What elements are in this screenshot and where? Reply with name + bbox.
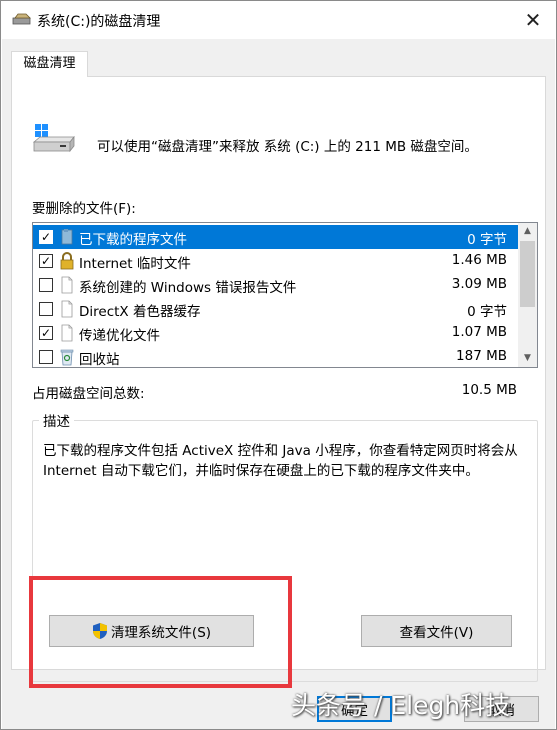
scroll-down-icon[interactable]: ▼ [518, 350, 537, 367]
title-bar[interactable]: 系统(C:)的磁盘清理 ✕ [1, 1, 556, 39]
file-name: 传递优化文件 [79, 328, 160, 344]
list-item[interactable]: 系统创建的 Windows 错误报告文件 3.09 MB [33, 273, 518, 297]
file-size: 187 MB [456, 348, 507, 364]
document-icon [59, 324, 75, 342]
lock-icon [59, 252, 75, 270]
highlight-annotation [29, 576, 292, 688]
files-to-delete-label: 要删除的文件(F): [32, 201, 136, 217]
file-size: 3.09 MB [451, 276, 507, 292]
list-item[interactable]: ✓ 已下载的程序文件 0 字节 [33, 225, 518, 249]
close-button[interactable]: ✕ [510, 1, 556, 39]
folder-icon [59, 228, 75, 246]
file-size: 0 字节 [467, 232, 507, 248]
file-name: 系统创建的 Windows 错误报告文件 [79, 280, 297, 296]
drive-icon [32, 124, 75, 153]
file-checkbox[interactable] [39, 350, 53, 364]
file-checkbox[interactable]: ✓ [39, 254, 53, 268]
file-checkbox[interactable]: ✓ [39, 326, 53, 340]
total-space-label: 占用磁盘空间总数: [32, 386, 145, 402]
file-size: 1.46 MB [451, 252, 507, 268]
file-checkbox[interactable] [39, 302, 53, 316]
file-checkbox[interactable]: ✓ [39, 230, 53, 244]
view-files-label: 查看文件(V) [399, 625, 474, 641]
list-item[interactable]: ✓ 传递优化文件 1.07 MB [33, 321, 518, 345]
file-name: 已下载的程序文件 [79, 232, 187, 248]
list-item[interactable]: DirectX 着色器缓存 0 字节 [33, 297, 518, 321]
file-name: 回收站 [79, 352, 120, 368]
description-title: 描述 [39, 410, 74, 430]
list-item[interactable]: 回收站 187 MB [33, 345, 518, 368]
file-size: 1.07 MB [451, 324, 507, 340]
scroll-thumb[interactable] [520, 241, 535, 307]
scroll-up-icon[interactable]: ▲ [518, 223, 537, 240]
view-files-button[interactable]: 查看文件(V) [361, 615, 512, 647]
disk-cleanup-icon [12, 13, 31, 25]
file-name: Internet 临时文件 [79, 256, 191, 272]
total-space-value: 10.5 MB [461, 382, 517, 398]
watermark: 头条号 / Elegh科技 [291, 691, 511, 720]
file-size: 0 字节 [467, 304, 507, 320]
files-to-delete-list[interactable]: ✓ 已下载的程序文件 0 字节 ✓ Internet 临时文件 1.46 MB 系统创建的 … [32, 222, 538, 368]
recycle-bin-icon [59, 348, 75, 366]
list-scrollbar[interactable]: ▲ ▼ [518, 223, 537, 367]
window-client-area: 磁盘清理 可以使用“磁盘清理”来释放 系统 (C:) 上的 211 MB 磁盘空… [2, 39, 555, 729]
window-title: 系统(C:)的磁盘清理 [37, 14, 161, 30]
document-icon [59, 300, 75, 318]
disk-cleanup-window: 系统(C:)的磁盘清理 ✕ 磁盘清理 可以使用“磁盘清理”来释放 系统 (C:)… [0, 0, 557, 730]
close-icon: ✕ [524, 8, 542, 32]
description-text: 已下载的程序文件包括 ActiveX 控件和 Java 小程序，你查看特定网页时… [43, 443, 518, 479]
document-icon [59, 276, 75, 294]
file-name: DirectX 着色器缓存 [79, 304, 201, 320]
list-item[interactable]: ✓ Internet 临时文件 1.46 MB [33, 249, 518, 273]
file-checkbox[interactable] [39, 278, 53, 292]
tab-disk-cleanup[interactable]: 磁盘清理 [11, 51, 88, 77]
free-space-message: 可以使用“磁盘清理”来释放 系统 (C:) 上的 211 MB 磁盘空间。 [97, 139, 478, 155]
